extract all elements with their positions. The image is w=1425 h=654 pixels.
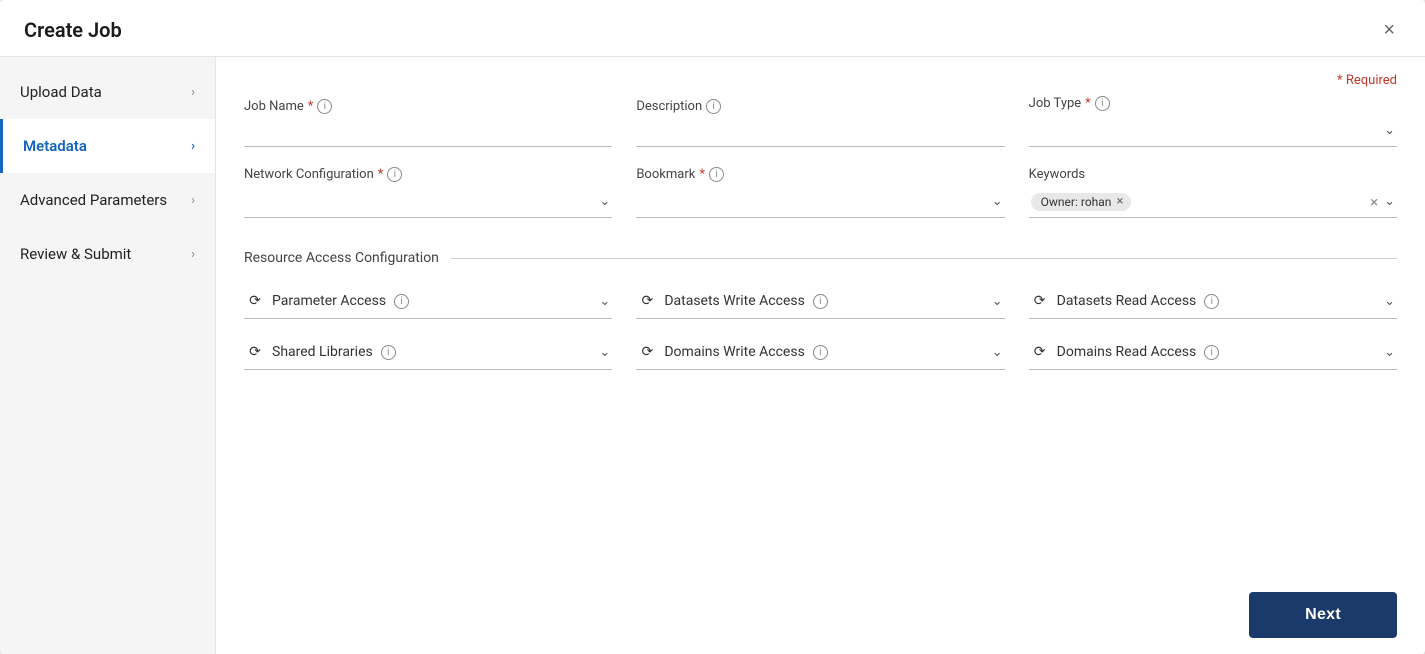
datasets-read-access-field[interactable]: ⟳ Datasets Read Access i ⌄ <box>1029 284 1397 319</box>
keyword-tag-owner-rohan: Owner: rohan × <box>1031 193 1132 211</box>
chevron-down-icon: ⌄ <box>992 294 1003 309</box>
datasets-read-access-left: ⟳ Datasets Read Access i <box>1031 292 1220 310</box>
resource-access-grid: ⟳ Parameter Access i ⌄ ⟳ Datasets Write … <box>244 284 1397 370</box>
sync-icon: ⟳ <box>1031 292 1049 310</box>
network-config-select[interactable]: ⌄ <box>244 186 612 218</box>
sync-icon: ⟳ <box>246 343 264 361</box>
next-button[interactable]: Next <box>1249 592 1397 638</box>
domains-write-access-left: ⟳ Domains Write Access i <box>638 343 827 361</box>
domains-write-access-field[interactable]: ⟳ Domains Write Access i ⌄ <box>636 335 1004 370</box>
network-config-field: Network Configuration * i ⌄ <box>244 167 612 218</box>
domains-read-access-left: ⟳ Domains Read Access i <box>1031 343 1220 361</box>
description-input[interactable] <box>636 118 1004 147</box>
sidebar-item-review-submit[interactable]: Review & Submit › <box>0 227 215 281</box>
domains-read-info-icon[interactable]: i <box>1204 345 1219 360</box>
description-field: Description i <box>636 99 1004 147</box>
chevron-down-icon: ⌄ <box>599 345 610 360</box>
form-row-2: Network Configuration * i ⌄ Bookmark * i <box>244 167 1397 218</box>
modal-title: Create Job <box>24 18 122 42</box>
sidebar: Upload Data › Metadata › Advanced Parame… <box>0 57 216 654</box>
datasets-read-info-icon[interactable]: i <box>1204 294 1219 309</box>
job-type-select[interactable]: ⌄ <box>1029 115 1397 147</box>
sidebar-item-label: Review & Submit <box>20 245 131 263</box>
chevron-right-icon: › <box>191 85 195 100</box>
required-note: * Required <box>244 73 1397 88</box>
resource-access-divider: Resource Access Configuration <box>244 250 1397 266</box>
sync-icon: ⟳ <box>1031 343 1049 361</box>
close-button[interactable]: × <box>1377 18 1401 42</box>
datasets-read-access-label: Datasets Read Access <box>1057 293 1197 309</box>
keywords-field: Keywords Owner: rohan × × ⌄ <box>1029 167 1397 218</box>
sidebar-item-metadata[interactable]: Metadata › <box>0 119 215 173</box>
job-name-input[interactable] <box>244 118 612 147</box>
shared-libraries-label: Shared Libraries <box>272 344 373 360</box>
description-label: Description i <box>636 99 1004 114</box>
domains-write-info-icon[interactable]: i <box>813 345 828 360</box>
form-row-1: Job Name * i Description i Job Type <box>244 96 1397 147</box>
bookmark-field: Bookmark * i ⌄ <box>636 167 1004 218</box>
chevron-down-icon: ⌄ <box>1384 123 1395 138</box>
domains-read-access-field[interactable]: ⟳ Domains Read Access i ⌄ <box>1029 335 1397 370</box>
chevron-down-icon: ⌄ <box>992 194 1003 209</box>
shared-libraries-left: ⟳ Shared Libraries i <box>246 343 396 361</box>
bookmark-label: Bookmark * i <box>636 167 1004 182</box>
sync-icon: ⟳ <box>246 292 264 310</box>
chevron-right-icon: › <box>191 139 195 154</box>
footer-row: Next <box>244 582 1397 638</box>
sidebar-item-label: Metadata <box>23 137 87 155</box>
shared-libraries-field[interactable]: ⟳ Shared Libraries i ⌄ <box>244 335 612 370</box>
divider-line <box>451 258 1397 259</box>
sidebar-item-upload-data[interactable]: Upload Data › <box>0 65 215 119</box>
required-star: * <box>699 167 705 182</box>
keyword-tag-remove-icon[interactable]: × <box>1116 195 1123 208</box>
main-content: * Required Job Name * i Description i <box>216 57 1425 654</box>
shared-libraries-info-icon[interactable]: i <box>381 345 396 360</box>
sidebar-item-label: Advanced Parameters <box>20 191 167 209</box>
parameter-access-info-icon[interactable]: i <box>394 294 409 309</box>
domains-write-access-label: Domains Write Access <box>664 344 804 360</box>
create-job-modal: Create Job × Upload Data › Metadata › Ad… <box>0 0 1425 654</box>
job-name-info-icon[interactable]: i <box>317 99 332 114</box>
network-config-label: Network Configuration * i <box>244 167 612 182</box>
datasets-write-access-left: ⟳ Datasets Write Access i <box>638 292 828 310</box>
modal-header: Create Job × <box>0 0 1425 57</box>
chevron-right-icon: › <box>191 193 195 208</box>
chevron-down-icon[interactable]: ⌄ <box>1384 194 1395 209</box>
bookmark-info-icon[interactable]: i <box>709 167 724 182</box>
job-name-field: Job Name * i <box>244 99 612 147</box>
parameter-access-left: ⟳ Parameter Access i <box>246 292 409 310</box>
sidebar-item-advanced-parameters[interactable]: Advanced Parameters › <box>0 173 215 227</box>
sync-icon: ⟳ <box>638 292 656 310</box>
keywords-label: Keywords <box>1029 167 1397 182</box>
bookmark-select[interactable]: ⌄ <box>636 186 1004 218</box>
chevron-down-icon: ⌄ <box>599 294 610 309</box>
keyword-tag-text: Owner: rohan <box>1041 195 1112 209</box>
sync-icon: ⟳ <box>638 343 656 361</box>
datasets-write-info-icon[interactable]: i <box>813 294 828 309</box>
required-star: * <box>1085 96 1091 111</box>
required-star: * <box>378 167 384 182</box>
job-type-field: Job Type * i ⌄ <box>1029 96 1397 147</box>
resource-access-label: Resource Access Configuration <box>244 250 439 266</box>
parameter-access-field[interactable]: ⟳ Parameter Access i ⌄ <box>244 284 612 319</box>
chevron-down-icon: ⌄ <box>1384 294 1395 309</box>
datasets-write-access-field[interactable]: ⟳ Datasets Write Access i ⌄ <box>636 284 1004 319</box>
keywords-input-area[interactable]: Owner: rohan × × ⌄ <box>1029 186 1397 218</box>
required-star: * <box>308 99 314 114</box>
description-info-icon[interactable]: i <box>706 99 721 114</box>
chevron-down-icon: ⌄ <box>1384 345 1395 360</box>
keywords-clear-icon[interactable]: × <box>1370 193 1378 211</box>
job-name-label: Job Name * i <box>244 99 612 114</box>
chevron-down-icon: ⌄ <box>992 345 1003 360</box>
modal-body: Upload Data › Metadata › Advanced Parame… <box>0 57 1425 654</box>
domains-read-access-label: Domains Read Access <box>1057 344 1197 360</box>
sidebar-item-label: Upload Data <box>20 83 102 101</box>
chevron-down-icon: ⌄ <box>599 194 610 209</box>
datasets-write-access-label: Datasets Write Access <box>664 293 805 309</box>
job-type-label: Job Type * i <box>1029 96 1397 111</box>
parameter-access-label: Parameter Access <box>272 293 386 309</box>
chevron-right-icon: › <box>191 247 195 262</box>
job-type-info-icon[interactable]: i <box>1095 96 1110 111</box>
network-config-info-icon[interactable]: i <box>387 167 402 182</box>
